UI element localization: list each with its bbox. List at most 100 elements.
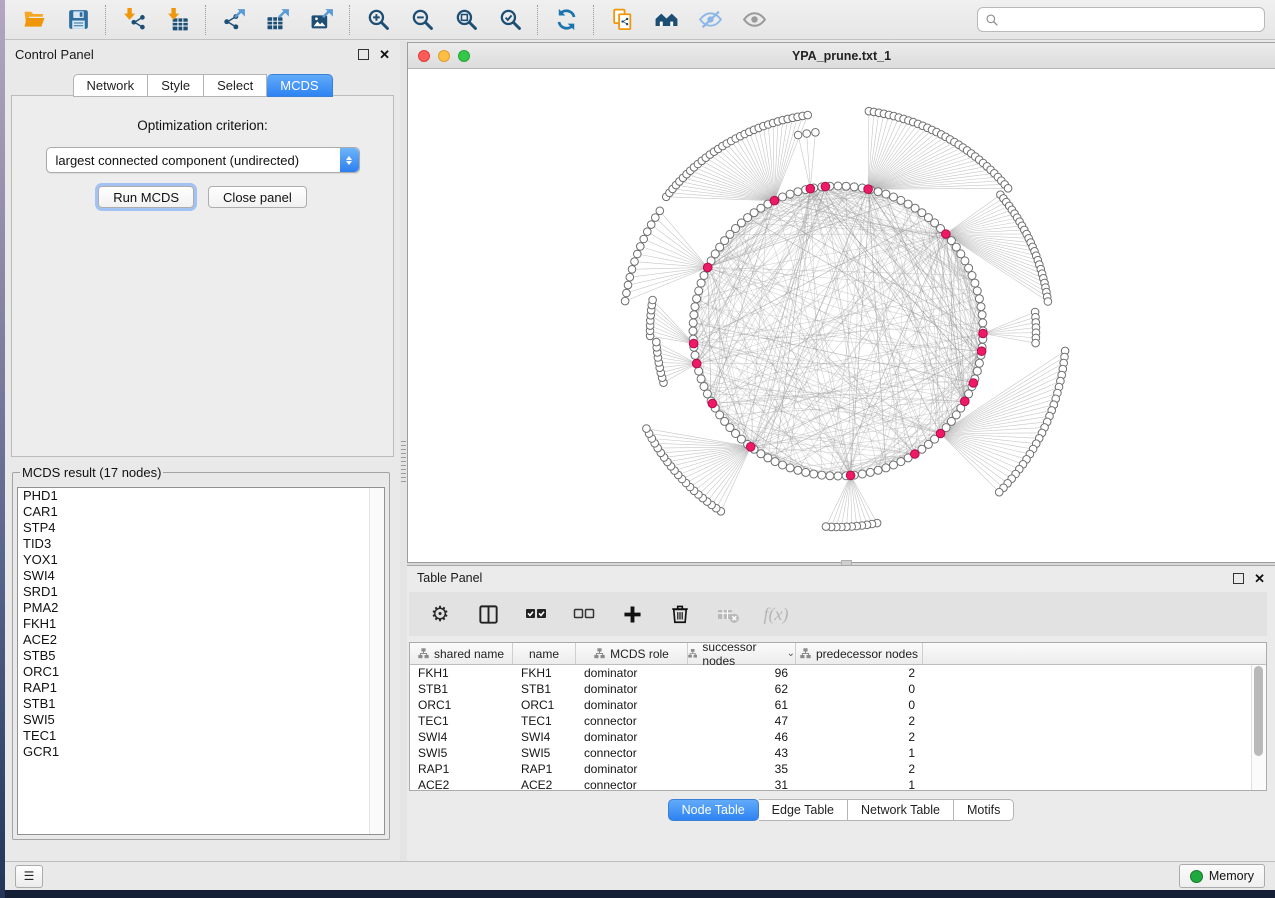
column-header-name[interactable]: name	[513, 643, 576, 664]
column-label: successor nodes	[702, 642, 779, 668]
table-cell: SWI4	[513, 730, 576, 744]
tab-node-table[interactable]: Node Table	[668, 799, 759, 821]
zoom-in-button[interactable]	[359, 4, 397, 36]
table-row[interactable]: ACE2ACE2connector311	[410, 777, 1266, 791]
mcds-result-list[interactable]: PHD1CAR1STP4TID3YOX1SWI4SRD1PMA2FKH1ACE2…	[17, 487, 385, 835]
mcds-result-item[interactable]: SRD1	[18, 584, 384, 600]
refresh-view-button[interactable]	[547, 4, 585, 36]
tab-style[interactable]: Style	[148, 74, 204, 97]
criterion-select[interactable]: largest connected component (undirected)	[46, 147, 360, 173]
table-row[interactable]: RAP1RAP1dominator352	[410, 761, 1266, 777]
export-network-button[interactable]	[215, 4, 253, 36]
mcds-result-item[interactable]: RAP1	[18, 680, 384, 696]
mcds-result-item[interactable]: CAR1	[18, 504, 384, 520]
tab-network[interactable]: Network	[73, 74, 149, 97]
table-settings-button[interactable]: ⚙	[427, 601, 453, 627]
deselect-all-button[interactable]	[571, 601, 597, 627]
hide-selected-button[interactable]	[691, 4, 729, 36]
close-panel-icon[interactable]: ✕	[1254, 574, 1265, 583]
table-row[interactable]: SWI4SWI4dominator462	[410, 729, 1266, 745]
export-image-button[interactable]	[303, 4, 341, 36]
mcds-result-item[interactable]: ORC1	[18, 664, 384, 680]
vertical-splitter[interactable]	[400, 41, 407, 861]
table-cell: FKH1	[513, 666, 576, 680]
zoom-fit-button[interactable]	[447, 4, 485, 36]
table-cell: dominator	[576, 666, 688, 680]
table-cell: TEC1	[410, 714, 513, 728]
mcds-result-item[interactable]: TID3	[18, 536, 384, 552]
mcds-result-item[interactable]: ACE2	[18, 632, 384, 648]
mcds-result-item[interactable]: PMA2	[18, 600, 384, 616]
search-input[interactable]	[1004, 11, 1257, 28]
open-file-button[interactable]	[15, 4, 53, 36]
table-panel-title: Table Panel	[417, 571, 1233, 585]
close-panel-button[interactable]: Close panel	[208, 186, 307, 208]
table-row[interactable]: ORC1ORC1dominator610	[410, 697, 1266, 713]
export-table-button[interactable]	[259, 4, 297, 36]
column-header-MCDS-role[interactable]: MCDS role	[576, 643, 688, 664]
network-view-window: YPA_prune.txt_1	[407, 42, 1275, 563]
mcds-tab-content: Optimization criterion: largest connecte…	[11, 95, 394, 457]
mcds-result-item[interactable]: TEC1	[18, 728, 384, 744]
delete-column-button[interactable]	[667, 601, 693, 627]
mcds-result-item[interactable]: YOX1	[18, 552, 384, 568]
function-builder-button[interactable]: f(x)	[763, 601, 789, 627]
zoom-selected-button[interactable]	[491, 4, 529, 36]
column-header-filler	[923, 643, 1266, 664]
tab-mcds[interactable]: MCDS	[267, 74, 332, 97]
network-canvas[interactable]	[408, 69, 1275, 562]
table-cell: 2	[796, 762, 923, 776]
zoom-fit-icon	[454, 7, 479, 32]
mcds-result-item[interactable]: STB1	[18, 696, 384, 712]
table-scrollbar-track[interactable]	[1251, 665, 1266, 790]
float-panel-icon[interactable]	[358, 49, 369, 60]
control-panel: Control Panel ✕ NetworkStyleSelectMCDS O…	[5, 41, 400, 861]
save-session-button[interactable]	[59, 4, 97, 36]
mcds-result-item[interactable]: STB5	[18, 648, 384, 664]
delete-table-button[interactable]	[715, 601, 741, 627]
import-network-button[interactable]	[115, 4, 153, 36]
float-panel-icon[interactable]	[1233, 573, 1244, 584]
mcds-result-item[interactable]: SWI5	[18, 712, 384, 728]
refresh-view-icon	[554, 7, 579, 32]
gear-icon: ⚙	[431, 604, 450, 625]
mcds-result-item[interactable]: PHD1	[18, 488, 384, 504]
select-all-button[interactable]	[523, 601, 549, 627]
run-mcds-button[interactable]: Run MCDS	[98, 186, 194, 208]
task-history-button[interactable]: ☰	[15, 865, 43, 888]
table-row[interactable]: STB1STB1dominator620	[410, 681, 1266, 697]
table-panel: Table Panel ✕ ⚙ f(x) shared namenameMCDS …	[407, 565, 1275, 861]
tab-network-table[interactable]: Network Table	[848, 799, 954, 821]
table-scrollbar-thumb[interactable]	[1254, 666, 1263, 756]
splitter-handle[interactable]	[401, 441, 406, 483]
mcds-result-item[interactable]: GCR1	[18, 744, 384, 760]
list-scrollbar-track[interactable]	[369, 488, 384, 834]
tab-edge-table[interactable]: Edge Table	[759, 799, 848, 821]
first-neighbors-button[interactable]	[647, 4, 685, 36]
table-row[interactable]: SWI5SWI5connector431	[410, 745, 1266, 761]
tab-motifs[interactable]: Motifs	[954, 799, 1014, 821]
show-all-button[interactable]	[735, 4, 773, 36]
table-row[interactable]: FKH1FKH1dominator962	[410, 665, 1266, 681]
show-columns-button[interactable]	[475, 601, 501, 627]
import-table-button[interactable]	[159, 4, 197, 36]
column-header-successor-nodes[interactable]: successor nodes⌄	[688, 643, 796, 664]
table-cell: FKH1	[410, 666, 513, 680]
memory-button[interactable]: Memory	[1179, 864, 1265, 888]
mcds-result-item[interactable]: STP4	[18, 520, 384, 536]
clone-network-button[interactable]	[603, 4, 641, 36]
mcds-result-item[interactable]: SWI4	[18, 568, 384, 584]
search-icon	[985, 13, 999, 27]
table-cell: 2	[796, 714, 923, 728]
table-cell: ORC1	[513, 698, 576, 712]
table-row[interactable]: TEC1TEC1connector472	[410, 713, 1266, 729]
add-column-button[interactable]	[619, 601, 645, 627]
network-graph[interactable]	[408, 69, 1275, 562]
column-header-shared-name[interactable]: shared name	[410, 643, 513, 664]
column-header-predecessor-nodes[interactable]: predecessor nodes	[796, 643, 923, 664]
zoom-out-button[interactable]	[403, 4, 441, 36]
close-panel-icon[interactable]: ✕	[379, 50, 390, 59]
tab-select[interactable]: Select	[204, 74, 267, 97]
mcds-result-item[interactable]: FKH1	[18, 616, 384, 632]
status-bar: ☰ Memory	[5, 861, 1275, 890]
